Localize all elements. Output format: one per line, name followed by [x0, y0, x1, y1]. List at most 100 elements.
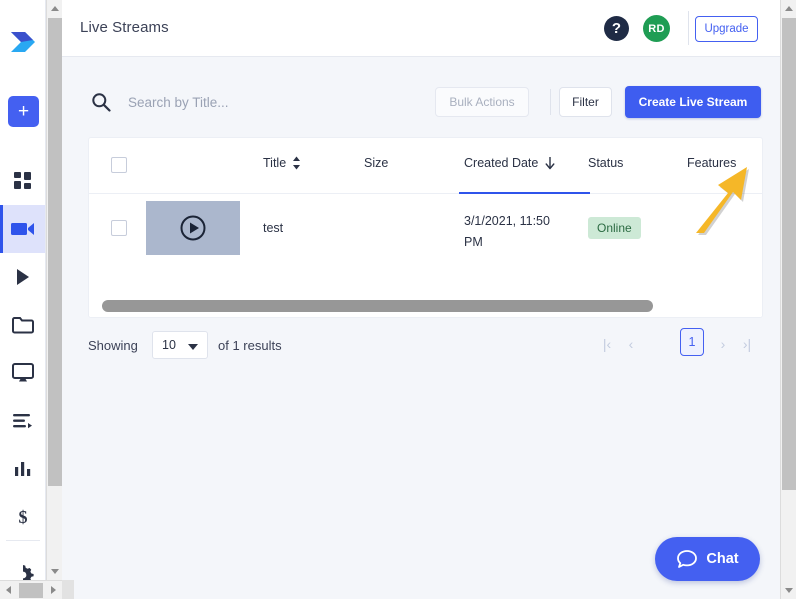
window-scroll-thumb[interactable] [782, 18, 796, 490]
table-horizontal-scrollbar[interactable] [89, 297, 762, 317]
bar-chart-icon [15, 462, 31, 476]
column-header-created-date-label: Created Date [464, 156, 539, 170]
prev-page-glyph: ‹ [628, 336, 634, 352]
upgrade-label: Upgrade [704, 23, 749, 35]
sidebar-add-label: + [17, 101, 30, 122]
sidebar-hscroll-left-arrow[interactable] [0, 581, 17, 599]
bulk-actions-label: Bulk Actions [449, 95, 515, 109]
help-glyph: ? [611, 20, 622, 37]
user-avatar[interactable]: RD [643, 15, 670, 42]
sidebar-item-settings[interactable] [0, 551, 45, 580]
create-live-stream-label: Create Live Stream [638, 95, 748, 109]
sidebar-scroll-thumb[interactable] [48, 18, 62, 486]
sidebar-item-dashboard[interactable] [0, 157, 45, 205]
page-title: Live Streams [80, 19, 169, 36]
sidebar-item-monetization[interactable]: $ [0, 493, 45, 541]
bulk-actions-button[interactable]: Bulk Actions [435, 87, 529, 117]
list-toolbar: Bulk Actions Filter Create Live Stream [62, 75, 780, 137]
results-count-label: of 1 results [218, 338, 282, 353]
dasha-chevron-logo-icon [11, 32, 35, 52]
toolbar-divider [550, 89, 551, 115]
current-page-button[interactable]: 1 [680, 328, 704, 356]
search-input[interactable] [126, 87, 426, 117]
stream-thumbnail[interactable] [146, 201, 240, 255]
sidebar-hscroll-right-arrow[interactable] [45, 581, 62, 599]
sidebar-scrollbar[interactable] [46, 0, 62, 580]
sidebar-divider [6, 540, 40, 541]
column-header-status-label: Status [588, 156, 624, 170]
create-live-stream-button[interactable]: Create Live Stream [625, 86, 761, 118]
chat-bubble-icon [677, 550, 698, 568]
column-header-features[interactable]: Features [687, 156, 736, 170]
svg-text:$: $ [19, 507, 28, 527]
chevron-down-icon [188, 344, 198, 350]
gear-settings-icon [19, 565, 34, 580]
chat-launcher-button[interactable]: Chat [655, 537, 760, 581]
play-triangle-icon [17, 269, 29, 285]
scrollbar-corner [62, 580, 74, 599]
window-scroll-up-arrow[interactable] [781, 0, 796, 17]
dashboard-grid-icon [14, 172, 31, 189]
sidebar-scroll-down-arrow[interactable] [47, 563, 63, 580]
sidebar-item-analytics[interactable] [0, 445, 45, 493]
column-header-size[interactable]: Size [364, 156, 388, 170]
pagination-bar: Showing 10 of 1 results |‹ ‹ 1 › ›| [62, 327, 780, 377]
play-circle-icon [180, 215, 206, 241]
help-icon[interactable]: ? [604, 16, 629, 41]
search-icon[interactable] [88, 89, 114, 115]
select-all-checkbox[interactable] [111, 157, 127, 173]
sidebar-item-videos[interactable] [0, 253, 45, 301]
column-header-features-label: Features [687, 156, 737, 170]
last-page-glyph: ›| [742, 336, 752, 352]
sidebar-item-players[interactable] [0, 349, 45, 397]
next-page-button[interactable]: › [712, 333, 734, 355]
window-scroll-down-arrow[interactable] [781, 582, 796, 599]
row-created-date: 3/1/2021, 11:50 PM [464, 214, 550, 249]
row-select-checkbox[interactable] [111, 220, 127, 236]
sidebar-scroll-up-arrow[interactable] [47, 0, 63, 17]
table-header-row: Title Size Created Date Status Features [89, 138, 762, 194]
upgrade-button[interactable]: Upgrade [695, 16, 758, 42]
next-page-glyph: › [720, 336, 726, 352]
live-streams-table: Title Size Created Date Status Features … [88, 137, 763, 318]
select-all-checkbox-cell[interactable] [111, 157, 127, 173]
chat-label: Chat [706, 551, 739, 567]
top-header-bar: Live Streams ? RD Upgrade [62, 0, 780, 57]
column-header-size-label: Size [364, 156, 389, 170]
sidebar-item-folders[interactable] [0, 301, 45, 349]
column-header-created-date[interactable]: Created Date [464, 156, 556, 170]
filter-button[interactable]: Filter [559, 87, 612, 117]
sidebar-item-playlists[interactable] [0, 397, 45, 445]
table-horizontal-scroll-thumb[interactable] [102, 300, 653, 312]
page-size-select[interactable]: 10 [152, 331, 208, 359]
main-content: Bulk Actions Filter Create Live Stream T… [62, 57, 780, 581]
row-checkbox-cell[interactable] [111, 220, 127, 236]
column-header-title-label: Title [263, 156, 287, 170]
monitor-screen-icon [12, 363, 34, 382]
playlist-icon [13, 414, 32, 429]
window-scrollbar[interactable] [780, 0, 796, 599]
left-sidebar: + $ [0, 0, 46, 580]
sidebar-horizontal-scrollbar[interactable] [0, 580, 62, 599]
column-header-title[interactable]: Title [263, 156, 301, 170]
prev-page-button[interactable]: ‹ [620, 333, 642, 355]
search-magnifier-icon [92, 93, 111, 112]
table-row[interactable]: test 3/1/2021, 11:50 PM Online [89, 194, 762, 262]
sidebar-add-button[interactable]: + [8, 96, 39, 127]
video-camera-icon [11, 223, 34, 235]
filter-label: Filter [572, 95, 599, 109]
first-page-button[interactable]: |‹ [596, 333, 618, 355]
page-size-value: 10 [162, 338, 176, 352]
avatar-initials: RD [648, 22, 665, 35]
status-badge: Online [588, 217, 641, 239]
app-logo[interactable] [0, 22, 45, 62]
sort-desc-arrow-icon [545, 157, 555, 170]
sidebar-item-live-streams[interactable] [0, 205, 45, 253]
current-page-number: 1 [688, 335, 696, 349]
showing-label: Showing [88, 338, 138, 353]
column-header-status[interactable]: Status [588, 156, 623, 170]
last-page-button[interactable]: ›| [736, 333, 758, 355]
header-divider [688, 11, 689, 45]
folder-icon [12, 317, 34, 334]
sidebar-hscroll-thumb[interactable] [19, 583, 43, 598]
